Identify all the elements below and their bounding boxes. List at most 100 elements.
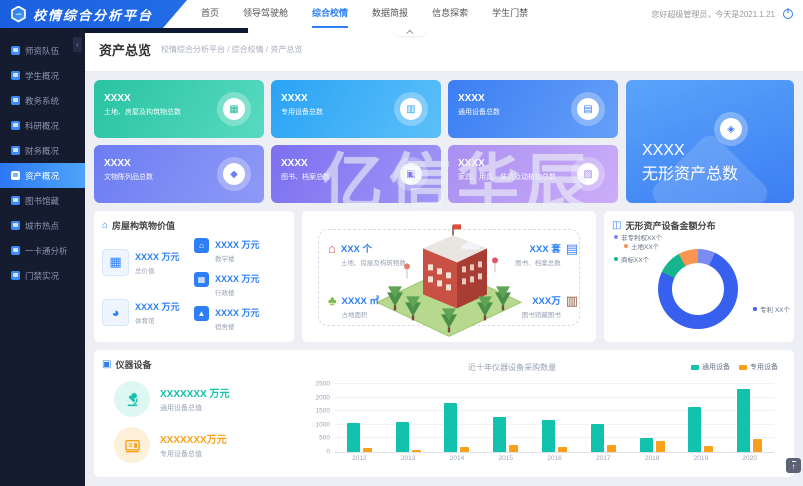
campus-stat-1: ⌂XXX 个土地、房屋及构筑物数 [328, 241, 406, 267]
x-axis-label: 2017 [596, 455, 610, 462]
bar-通用设备-2013 [396, 422, 409, 452]
asset-card-2[interactable]: XXXX专用设备总数▥ [271, 80, 441, 138]
equipment-stat-1: XXXXXXX 万元通用设备总值 [114, 381, 297, 417]
card-icon-glyph: ▧ [577, 163, 599, 185]
donut-legend-item-2[interactable]: 专利 XX个 [753, 304, 790, 314]
bar-group-2020: 2020 [725, 384, 774, 452]
sidebar-item-10[interactable]: 门禁实况 [0, 263, 85, 288]
bar-groups: 201220132014201520162017201820192020 [335, 384, 774, 452]
bar-专用设备-2019 [704, 446, 713, 452]
y-axis-tick: 1500 [316, 408, 330, 415]
nav-item-2[interactable]: 领导驾驶舱 [243, 0, 288, 28]
bar-通用设备-2019 [688, 407, 701, 452]
school-building-icon: ⌂ [194, 238, 209, 253]
nav-item-3[interactable]: 综合校情 [312, 0, 348, 28]
equipment-panel: ▣ 仪器设备 XXXXXXX 万元通用设备总值XXXXXXX万元专用设备总值 近… [94, 350, 794, 477]
campus-building-icon: ⌂ [328, 242, 336, 267]
house-icon: ⌂ [102, 221, 108, 231]
land-area-icon: ♣ [328, 294, 337, 319]
sidebar-item-2[interactable]: 学生概况 [0, 63, 85, 88]
user-greeting-area: 您好超级管理员，今天是2021.1.21 [651, 9, 803, 20]
intangible-assets-card[interactable]: ◈ XXXX 无形资产总数 [626, 80, 794, 203]
breadcrumb[interactable]: 校情综合分析平台 / 综合校情 / 资产总览 [161, 44, 302, 55]
bar-专用设备-2016 [558, 447, 567, 452]
nav-collapse-toggle[interactable] [393, 28, 427, 36]
sidebar-item-5[interactable]: 财务概况 [0, 138, 85, 163]
x-axis-label: 2015 [499, 455, 513, 462]
panel-title: 仪器设备 [115, 358, 151, 371]
legend-dot [614, 235, 618, 239]
asset-card-1[interactable]: XXXX土地、房屋及构筑物总数▦ [94, 80, 264, 138]
donut-legend-item-3[interactable]: 商标XX个 [614, 254, 649, 264]
legend-item-2[interactable]: 专用设备 [739, 362, 778, 372]
building-value-panel: ⌂ 房屋构筑物价值 ▦XXXX 万元总价值◕XXXX 万元体育馆 ⌂XXXX 万… [94, 211, 294, 342]
sidebar-item-3[interactable]: 教务系统 [0, 88, 85, 113]
logout-power-icon[interactable] [783, 9, 793, 19]
y-axis-tick: 0 [326, 449, 330, 456]
sidebar-item-icon [11, 96, 20, 105]
sidebar-item-4[interactable]: 科研概况 [0, 113, 85, 138]
sidebar-item-icon [11, 46, 20, 55]
asset-card-3[interactable]: XXXX通用设备总数▤ [448, 80, 618, 138]
top-nav: 首页领导驾驶舱综合校情数据简报信息探索学生门禁 [201, 0, 528, 28]
sidebar-item-label: 学生概况 [25, 70, 59, 82]
sidebar-item-icon [11, 146, 20, 155]
sidebar-item-icon [11, 71, 20, 80]
sidebar-item-icon [11, 121, 20, 130]
donut-legend-item-4[interactable]: 土地XX个 [624, 241, 659, 251]
bookshelf-icon: ▥ [566, 294, 578, 319]
y-axis-tick: 2000 [316, 394, 330, 401]
featured-building-stat-1: ▦XXXX 万元总价值 [102, 249, 194, 276]
nav-item-5[interactable]: 信息探索 [432, 0, 468, 28]
stat-label: 占地面积 [342, 309, 380, 319]
nav-item-6[interactable]: 学生门禁 [492, 0, 528, 28]
app-logo: ∽ 校情综合分析平台 [10, 0, 153, 28]
nav-item-4[interactable]: 数据简报 [372, 0, 408, 28]
asset-card-4[interactable]: XXXX文物陈列品总数◆ [94, 145, 264, 203]
stat-value: XXXXXXX万元 [160, 431, 227, 446]
bar-group-2017: 2017 [579, 384, 628, 452]
card-icon-glyph: ▤ [577, 98, 599, 120]
asset-cards-row: XXXX土地、房屋及构筑物总数▦XXXX专用设备总数▥XXXX通用设备总数▤XX… [94, 80, 794, 203]
sidebar-item-9[interactable]: 一卡通分析 [0, 238, 85, 263]
microscope-icon [114, 381, 150, 417]
building-stat-2: ▦XXXX 万元行政楼 [194, 272, 286, 297]
stat-value: XXX 个 [341, 241, 406, 255]
asset-card-6[interactable]: XXXX家具、用具、装具及动植物总数▧ [448, 145, 618, 203]
app-title: 校情综合分析平台 [33, 5, 153, 24]
books-archives-icon: ▣ [394, 157, 428, 191]
stat-label: 总价值 [135, 265, 180, 275]
bar-通用设备-2018 [640, 438, 653, 452]
sidebar-item-label: 师资队伍 [25, 45, 59, 57]
sidebar-item-label: 资产概况 [25, 170, 59, 182]
sidebar-item-label: 教务系统 [25, 95, 59, 107]
asset-card-5[interactable]: XXXX图书、档案总数▣ [271, 145, 441, 203]
stat-label: 图书馆藏图书 [522, 309, 561, 319]
top-header: ∽ 校情综合分析平台 首页领导驾驶舱综合校情数据简报信息探索学生门禁 您好超级管… [0, 0, 803, 28]
logo-hexagon-icon: ∽ [10, 6, 27, 23]
sidebar-item-icon [11, 196, 20, 205]
legend-item-1[interactable]: 通用设备 [691, 362, 730, 372]
sidebar-item-6[interactable]: 资产概况 [0, 163, 85, 188]
y-axis-tick: 1000 [316, 421, 330, 428]
stat-label: 行政楼 [215, 287, 260, 297]
legend-label: 商标XX个 [621, 254, 649, 264]
sidebar-item-7[interactable]: 图书馆藏 [0, 188, 85, 213]
featured-building-stat-2: ◕XXXX 万元体育馆 [102, 299, 194, 326]
building-stat-3: ▲XXXX 万元宿舍楼 [194, 306, 286, 331]
sidebar-item-icon [11, 271, 20, 280]
bar-通用设备-2015 [493, 417, 506, 452]
x-axis-label: 2020 [742, 455, 756, 462]
sidebar-item-icon [11, 221, 20, 230]
sidebar-item-8[interactable]: 城市热点 [0, 213, 85, 238]
sidebar-collapse-button[interactable]: ‹ [73, 37, 82, 52]
nav-item-1[interactable]: 首页 [201, 0, 219, 28]
general-equipment-icon: ▤ [571, 92, 605, 126]
back-to-top-button[interactable]: ↑ [786, 458, 801, 473]
header-notch [85, 28, 248, 33]
bar-通用设备-2020 [737, 389, 750, 452]
special-equipment-icon: ▥ [394, 92, 428, 126]
sidebar: ‹ 师资队伍学生概况教务系统科研概况财务概况资产概况图书馆藏城市热点一卡通分析门… [0, 28, 85, 486]
card-icon-glyph: ◆ [223, 163, 245, 185]
bar-专用设备-2014 [460, 447, 469, 452]
